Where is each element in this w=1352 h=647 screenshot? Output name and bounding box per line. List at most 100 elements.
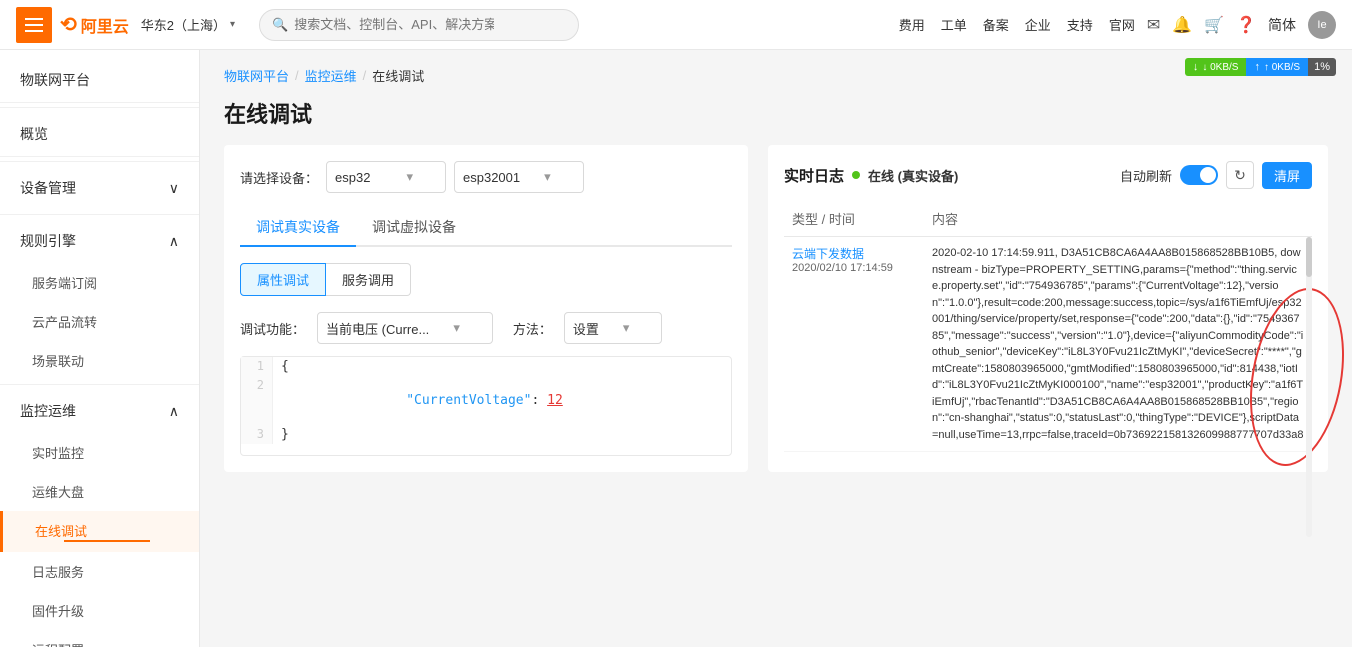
sidebar-item-remote-config[interactable]: 远程配置 bbox=[0, 630, 199, 647]
line-num-3: 3 bbox=[241, 425, 273, 444]
hamburger-button[interactable] bbox=[16, 7, 52, 43]
upload-speed: ↑ ↑ 0KB/S bbox=[1246, 58, 1308, 76]
sidebar-item-iot-platform[interactable]: 物联网平台 bbox=[0, 58, 199, 103]
breadcrumb-iot[interactable]: 物联网平台 bbox=[224, 66, 289, 85]
log-header: 实时日志 在线 (真实设备) 自动刷新 ↻ 清屏 bbox=[784, 161, 1312, 189]
nav-link-fee[interactable]: 费用 bbox=[899, 15, 925, 34]
sidebar-section-rule-engine[interactable]: 规则引擎 ∧ bbox=[0, 219, 199, 263]
sidebar-monitor-chevron: ∧ bbox=[169, 403, 179, 420]
breadcrumb-sep2: / bbox=[363, 68, 367, 83]
network-percent: 1% bbox=[1308, 58, 1336, 76]
online-status-text: 在线 (真实设备) bbox=[868, 166, 958, 185]
nav-icons: ✉ 🔔 🛒 ❓ 简体 Ie bbox=[1147, 11, 1336, 39]
sub-tab-service[interactable]: 服务调用 bbox=[326, 263, 411, 296]
scrollbar-thumb[interactable] bbox=[1306, 237, 1312, 277]
clear-screen-button[interactable]: 清屏 bbox=[1262, 162, 1312, 189]
logo[interactable]: ⟲ 阿里云 bbox=[60, 12, 129, 37]
region-label: 华东2（上海） bbox=[141, 15, 226, 34]
log-time-text: 2020/02/10 17:14:59 bbox=[792, 262, 916, 274]
log-title-text: 实时日志 bbox=[784, 165, 844, 186]
log-content-cell: 2020-02-10 17:14:59.911, D3A51CB8CA6A4AA… bbox=[924, 237, 1312, 452]
log-controls: 自动刷新 ↻ 清屏 bbox=[1120, 161, 1312, 189]
message-icon[interactable]: ✉ bbox=[1147, 15, 1160, 35]
sidebar-item-realtime-monitor[interactable]: 实时监控 bbox=[0, 433, 199, 472]
log-table-body: 云端下发数据 2020/02/10 17:14:59 2020-02-10 17… bbox=[784, 237, 1312, 452]
logo-text: 阿里云 bbox=[81, 13, 129, 37]
sidebar: 物联网平台 概览 设备管理 ∨ 规则引擎 ∧ 服务端订阅 云产品流转 场景联动 … bbox=[0, 50, 200, 647]
function-row: 调试功能： 当前电压 (Curre... ▾ 方法： 设置 ▾ bbox=[240, 312, 732, 344]
main-content: 物联网平台 / 监控运维 / 在线调试 在线调试 请选择设备： esp32 ▾ … bbox=[200, 50, 1352, 647]
log-type-text: 云端下发数据 bbox=[792, 245, 916, 262]
main-tabs: 调试真实设备 调试虚拟设备 bbox=[240, 209, 732, 247]
lang-toggle[interactable]: 简体 bbox=[1268, 15, 1296, 35]
breadcrumb-sep1: / bbox=[295, 68, 299, 83]
sidebar-item-server-sub[interactable]: 服务端订阅 bbox=[0, 263, 199, 302]
auto-refresh-toggle[interactable] bbox=[1180, 165, 1218, 185]
line-num-1: 1 bbox=[241, 357, 273, 376]
sidebar-item-cloud-flow[interactable]: 云产品流转 bbox=[0, 302, 199, 341]
sidebar-section-monitor[interactable]: 监控运维 ∧ bbox=[0, 389, 199, 433]
nav-link-icp[interactable]: 备案 bbox=[983, 15, 1009, 34]
download-arrow: ↓ bbox=[1193, 61, 1199, 73]
sidebar-item-log-service[interactable]: 日志服务 bbox=[0, 552, 199, 591]
search-icon: 🔍 bbox=[272, 17, 288, 33]
sidebar-monitor-children: 实时监控 运维大盘 在线调试 日志服务 固件升级 远程配置 bbox=[0, 433, 199, 647]
search-bar[interactable]: 🔍 bbox=[259, 9, 579, 41]
device2-select[interactable]: esp32001 ▾ bbox=[454, 161, 584, 193]
col-type-time: 类型 / 时间 bbox=[784, 201, 924, 237]
bell-icon[interactable]: 🔔 bbox=[1172, 15, 1192, 35]
nav-link-enterprise[interactable]: 企业 bbox=[1025, 15, 1051, 34]
nav-link-portal[interactable]: 官网 bbox=[1109, 15, 1135, 34]
device1-select[interactable]: esp32 ▾ bbox=[326, 161, 446, 193]
log-content-text: 2020-02-10 17:14:59.911, D3A51CB8CA6A4AA… bbox=[932, 245, 1304, 443]
download-speed: ↓ ↓ 0KB/S bbox=[1185, 58, 1247, 76]
right-panel: 实时日志 在线 (真实设备) 自动刷新 ↻ 清屏 bbox=[768, 145, 1328, 472]
tab-virtual-device[interactable]: 调试虚拟设备 bbox=[356, 209, 472, 247]
sidebar-item-online-debug[interactable]: 在线调试 bbox=[0, 511, 199, 552]
logo-icon: ⟲ bbox=[60, 12, 77, 37]
upload-arrow: ↑ bbox=[1254, 61, 1260, 73]
sidebar-section-device-mgmt[interactable]: 设备管理 ∨ bbox=[0, 166, 199, 210]
sidebar-item-ops-dashboard[interactable]: 运维大盘 bbox=[0, 472, 199, 511]
tab-real-device[interactable]: 调试真实设备 bbox=[240, 209, 356, 247]
method-select[interactable]: 设置 ▾ bbox=[564, 312, 663, 344]
line-content-1: { bbox=[273, 357, 297, 376]
method-value: 设置 bbox=[573, 319, 599, 338]
sidebar-section-device-mgmt-label: 设备管理 bbox=[20, 178, 76, 198]
sidebar-item-overview[interactable]: 概览 bbox=[0, 112, 199, 157]
region-chevron: ▾ bbox=[230, 19, 235, 30]
help-icon[interactable]: ❓ bbox=[1236, 15, 1256, 35]
cart-icon[interactable]: 🛒 bbox=[1204, 15, 1224, 35]
user-avatar[interactable]: Ie bbox=[1308, 11, 1336, 39]
sidebar-item-firmware[interactable]: 固件升级 bbox=[0, 591, 199, 630]
sub-tab-property[interactable]: 属性调试 bbox=[240, 263, 326, 296]
content-wrapper: 请选择设备： esp32 ▾ esp32001 ▾ 调试真实设备 调试虚拟设备 bbox=[224, 145, 1328, 472]
sidebar-rule-children: 服务端订阅 云产品流转 场景联动 bbox=[0, 263, 199, 380]
code-editor: 1 { 2 "CurrentVoltage": 12 3 } bbox=[240, 356, 732, 456]
function-select[interactable]: 当前电压 (Curre... ▾ bbox=[317, 312, 493, 344]
refresh-button[interactable]: ↻ bbox=[1226, 161, 1254, 189]
function-label: 调试功能： bbox=[240, 319, 305, 338]
log-type-time-cell: 云端下发数据 2020/02/10 17:14:59 bbox=[784, 237, 924, 452]
online-status-dot bbox=[852, 171, 860, 179]
sidebar-item-scene[interactable]: 场景联动 bbox=[0, 341, 199, 380]
log-title: 实时日志 在线 (真实设备) bbox=[784, 165, 958, 186]
device2-value: esp32001 bbox=[463, 170, 520, 185]
auto-refresh-label: 自动刷新 bbox=[1120, 166, 1172, 185]
nav-link-support[interactable]: 支持 bbox=[1067, 15, 1093, 34]
top-nav: ⟲ 阿里云 华东2（上海） ▾ 🔍 费用 工单 备案 企业 支持 官网 ✉ 🔔 … bbox=[0, 0, 1352, 50]
search-input[interactable] bbox=[294, 17, 494, 32]
log-table-head: 类型 / 时间 内容 bbox=[784, 201, 1312, 237]
left-panel: 请选择设备： esp32 ▾ esp32001 ▾ 调试真实设备 调试虚拟设备 bbox=[224, 145, 748, 472]
region-selector[interactable]: 华东2（上海） ▾ bbox=[141, 15, 239, 34]
method-chevron: ▾ bbox=[623, 320, 630, 336]
nav-link-ticket[interactable]: 工单 bbox=[941, 15, 967, 34]
code-line-2[interactable]: 2 "CurrentVoltage": 12 bbox=[241, 376, 731, 425]
breadcrumb-monitor[interactable]: 监控运维 bbox=[305, 66, 357, 85]
code-line-3: 3 } bbox=[241, 425, 731, 444]
nav-links: 费用 工单 备案 企业 支持 官网 bbox=[899, 15, 1135, 34]
device1-value: esp32 bbox=[335, 170, 370, 185]
device1-chevron: ▾ bbox=[406, 169, 413, 185]
code-line-1: 1 { bbox=[241, 357, 731, 376]
method-label: 方法： bbox=[513, 319, 552, 338]
